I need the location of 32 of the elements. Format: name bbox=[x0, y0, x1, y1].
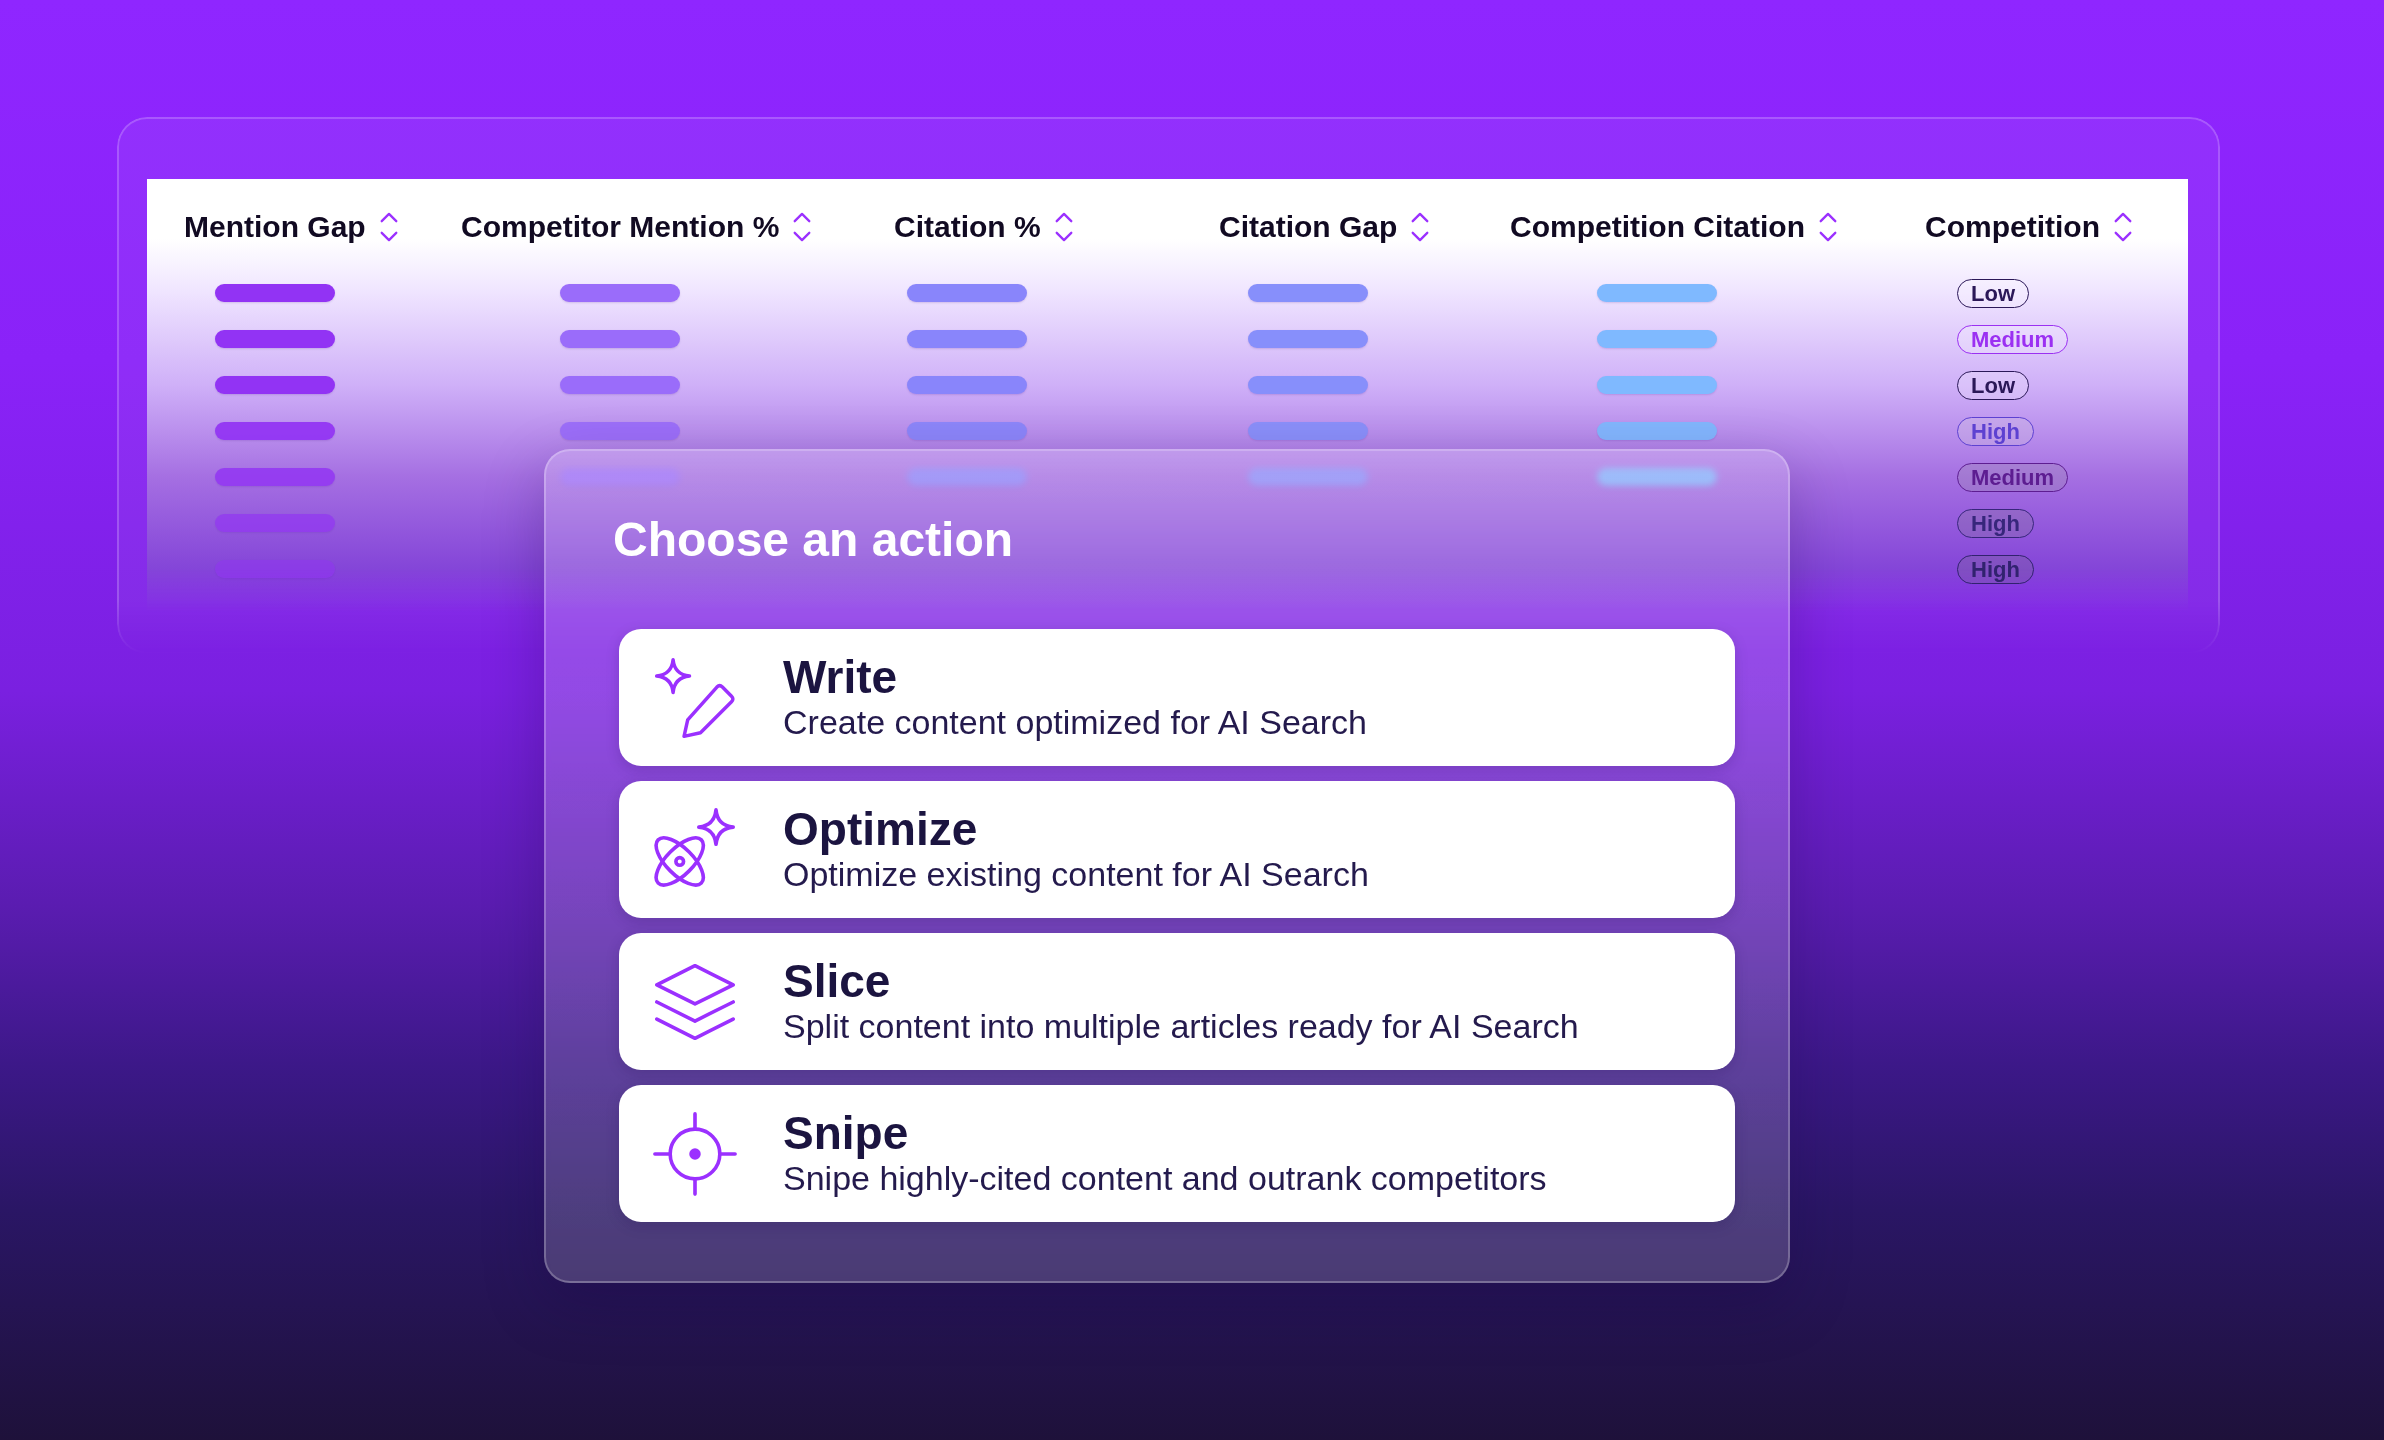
sort-icon[interactable] bbox=[793, 211, 812, 243]
competition-badge: Low bbox=[1957, 278, 2029, 308]
sort-icon[interactable] bbox=[379, 211, 398, 243]
sort-icon[interactable] bbox=[1818, 211, 1837, 243]
action-description: Split content into multiple articles ready for AI Search bbox=[783, 1006, 1579, 1048]
column-header: Citation % bbox=[894, 209, 1041, 245]
action-description: Create content optimized for AI Search bbox=[783, 702, 1367, 744]
dialog-title: Choose an action bbox=[613, 512, 1014, 568]
competition-badge: High bbox=[1957, 416, 2034, 446]
sort-icon[interactable] bbox=[2114, 211, 2132, 243]
column-header: Competition bbox=[1925, 209, 2100, 245]
competition-badge: Medium bbox=[1957, 324, 2069, 354]
action-card[interactable]: Optimize Optimize existing content for AI Search bbox=[619, 781, 1735, 918]
action-title: Snipe bbox=[783, 1107, 909, 1159]
action-card[interactable]: Snipe Snipe highly-cited content and outrank competitors bbox=[619, 1085, 1735, 1222]
action-card[interactable]: Slice Split content into multiple articles ready for AI Search bbox=[619, 933, 1735, 1070]
column-header: Competition Citation bbox=[1510, 209, 1805, 245]
sort-icon[interactable] bbox=[1054, 211, 1073, 243]
column-header: Mention Gap bbox=[184, 209, 366, 245]
column-header: Competitor Mention % bbox=[461, 209, 780, 245]
action-title: Optimize bbox=[783, 803, 978, 855]
competition-badge: High bbox=[1957, 508, 2034, 538]
action-description: Snipe highly-cited content and outrank competitors bbox=[783, 1159, 1547, 1200]
column-header: Citation Gap bbox=[1219, 209, 1398, 245]
action-title: Slice bbox=[783, 955, 891, 1007]
competition-badge: Medium bbox=[1957, 462, 2069, 492]
competition-badge: High bbox=[1957, 554, 2034, 584]
action-description: Optimize existing content for AI Search bbox=[783, 855, 1369, 896]
action-card[interactable]: Write Create content optimized for AI Search bbox=[619, 629, 1735, 766]
competition-badge: Low bbox=[1957, 370, 2029, 400]
action-title: Write bbox=[783, 651, 898, 703]
sort-icon[interactable] bbox=[1411, 211, 1430, 243]
